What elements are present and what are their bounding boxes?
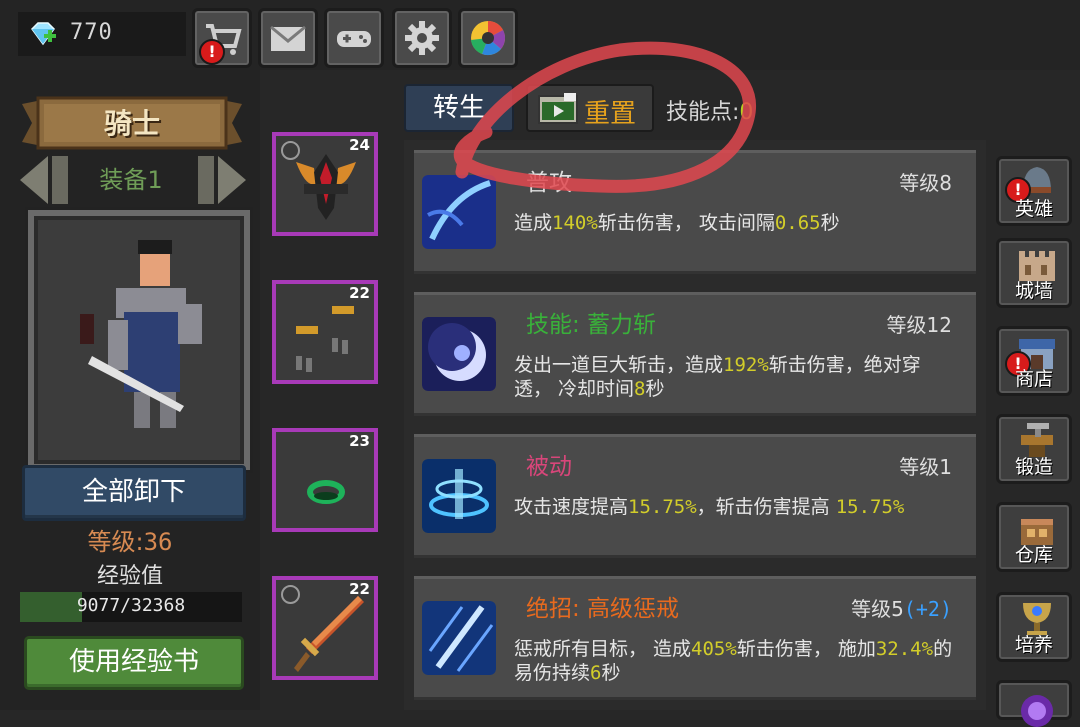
skill-desc-text: 发出一道巨大斩击，造成 (514, 354, 724, 376)
nav-label: 英雄 (1014, 198, 1053, 220)
skill-description: 造成140%斩击伤害， 攻击间隔0.65秒 (514, 211, 954, 235)
skill-desc-text: 攻击速度提高 (514, 496, 629, 518)
skill-card-ultimate[interactable]: 绝招: 高级惩戒 等级5(+2) 惩戒所有目标， 造成405%斩击伤害， 施加3… (414, 576, 976, 700)
exp-progress-bar: 9077/32368 (20, 592, 242, 622)
skill-name: 绝招: 高级惩戒 (526, 596, 680, 622)
nav-label: 商店 (1014, 368, 1053, 390)
skill-level: 等级5(+2) (851, 593, 952, 622)
gem-count: 770 (70, 20, 113, 45)
skill-description: 惩戒所有目标， 造成405%斩击伤害， 施加32.4%的易伤持续6秒 (514, 637, 954, 685)
reset-label: 重置 (584, 99, 637, 129)
hero-class-title: 骑士 (103, 107, 160, 140)
equip-slot-ring[interactable]: 23 (272, 428, 378, 532)
tab-rebirth[interactable]: 转生 (404, 84, 514, 132)
exp-label: 经验值 (96, 564, 163, 589)
nav-wall[interactable]: 城墙 (996, 238, 1072, 308)
video-ad-icon (538, 93, 578, 124)
skill-value-highlight: 140% (552, 212, 598, 234)
equip-set-label: 装备1 (99, 166, 163, 194)
skill-desc-text: 秒 (645, 378, 665, 400)
vortex-skill-icon (422, 459, 496, 533)
nav-warehouse[interactable]: 仓库 (996, 502, 1072, 572)
nav-label: 城墙 (1014, 280, 1053, 302)
skill-card-basic-attack[interactable]: 普攻 等级8 造成140%斩击伤害， 攻击间隔0.65秒 (414, 150, 976, 274)
equip-slot-gauntlets[interactable]: 22 (272, 280, 378, 384)
equip-slot-helmet[interactable]: 24 (272, 132, 378, 236)
nav-label: 仓库 (1014, 544, 1053, 566)
skill-value-highlight: 32.4% (875, 638, 934, 660)
skill-name: 普攻 (526, 170, 572, 196)
skill-value-highlight: 405% (691, 638, 737, 660)
skill-level-text: 等级8 (899, 171, 952, 195)
gear-icon (405, 21, 439, 55)
slash-skill-icon (422, 175, 496, 249)
envelope-icon (270, 25, 306, 51)
skill-points-value: 0 (739, 100, 754, 125)
alert-badge: ! (199, 39, 225, 65)
diamond-icon (31, 22, 56, 46)
skill-level-text: 等级12 (886, 313, 952, 337)
sword-icon (294, 596, 364, 672)
level-label: 等级: (87, 528, 144, 556)
nav-hero[interactable]: ! 英雄 (996, 156, 1072, 226)
skill-value-highlight: 192% (723, 354, 769, 376)
skill-description: 攻击速度提高15.75%，斩击伤害提高 15.75% (514, 495, 954, 519)
nav-shop[interactable]: ! 商店 (996, 326, 1072, 396)
skill-desc-text: 斩击伤害， 施加 (736, 638, 876, 660)
skill-desc-text: 秒 (601, 662, 621, 684)
skill-description: 发出一道巨大斩击，造成192%斩击伤害，绝对穿透， 冷却时间8秒 (514, 353, 954, 401)
nav-forge[interactable]: 锻造 (996, 414, 1072, 484)
hero-level: 等级:36 (0, 522, 260, 557)
color-wheel-icon (471, 21, 506, 56)
skill-name: 被动 (526, 454, 572, 480)
gamepad-button[interactable] (324, 8, 384, 68)
skill-name: 技能: 蓄力斩 (526, 312, 657, 338)
settings-button[interactable] (392, 8, 452, 68)
reset-skills-button[interactable]: 重置 (526, 84, 654, 132)
skill-desc-text: ，斩击伤害提高 (696, 496, 836, 518)
green-ring-icon (307, 480, 345, 504)
skill-desc-text: 惩戒所有目标， 造成 (514, 638, 692, 660)
gauntlets-icon (294, 306, 354, 372)
prev-set-arrow-icon[interactable] (16, 152, 74, 208)
crescent-skill-icon (422, 317, 496, 391)
mail-button[interactable] (258, 8, 318, 68)
skill-card-charged-slash[interactable]: 技能: 蓄力斩 等级12 发出一道巨大斩击，造成192%斩击伤害，绝对穿透， 冷… (414, 292, 976, 416)
skill-value-highlight: 6 (590, 662, 602, 684)
nav-cultivate[interactable]: 培养 (996, 592, 1072, 662)
skill-desc-text: 斩击伤害， 攻击间隔 (597, 212, 775, 234)
skill-desc-text: 秒 (820, 212, 840, 234)
gamepad-icon (337, 31, 371, 47)
color-wheel-button[interactable] (458, 8, 518, 68)
skill-points-label: 技能点: (666, 100, 740, 125)
nav-label: 锻造 (1014, 456, 1053, 478)
skill-desc-text: 造成 (514, 212, 553, 234)
skill-points: 技能点:0 (666, 94, 753, 126)
skill-level: 等级1 (899, 451, 952, 480)
skill-value-highlight: 15.75% (835, 496, 905, 518)
skill-value-highlight: 15.75% (628, 496, 697, 518)
skill-level-bonus: (+2) (903, 597, 952, 621)
demon-helmet-icon (296, 154, 356, 220)
skill-level-text: 等级5 (851, 597, 904, 621)
use-exp-book-button[interactable]: 使用经验书 (24, 636, 244, 690)
nav-portal[interactable] (996, 680, 1072, 727)
next-set-arrow-icon[interactable] (192, 152, 250, 208)
skill-level: 等级8 (899, 167, 952, 196)
nav-label: 培养 (1014, 634, 1053, 656)
equip-slot-weapon[interactable]: 22 (272, 576, 378, 680)
level-value: 36 (143, 528, 173, 556)
skill-level-text: 等级1 (899, 455, 952, 479)
knight-sprite (80, 240, 202, 428)
hero-portrait (28, 210, 250, 470)
sword-rain-skill-icon (422, 601, 496, 675)
skill-level: 等级12 (887, 309, 952, 338)
skill-value-highlight: 8 (634, 378, 646, 400)
exp-text: 9077/32368 (76, 595, 186, 616)
shop-cart-button[interactable]: ! (192, 8, 252, 68)
unequip-all-button[interactable]: 全部卸下 (22, 465, 246, 521)
portal-icon (1021, 695, 1053, 727)
skill-card-passive[interactable]: 被动 等级1 攻击速度提高15.75%，斩击伤害提高 15.75% (414, 434, 976, 558)
skill-value-highlight: 0.65 (774, 212, 821, 234)
